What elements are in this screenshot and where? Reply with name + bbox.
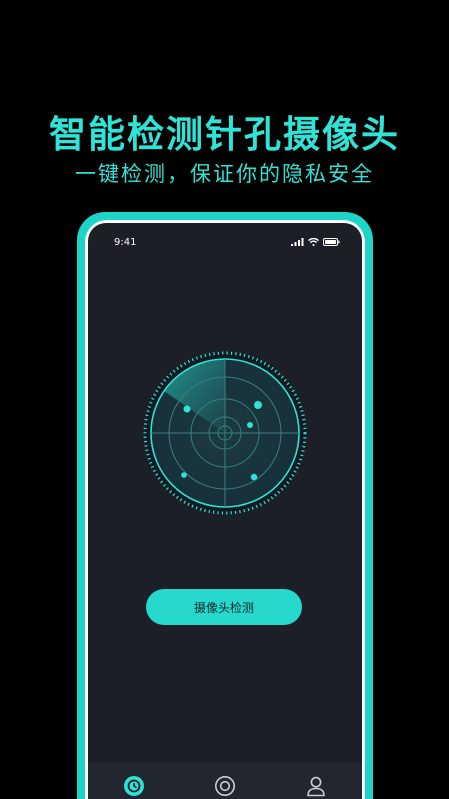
- radar-blip: [181, 472, 187, 478]
- profile-icon: [307, 776, 326, 797]
- radar-blip: [183, 405, 191, 413]
- promo-headline: 智能检测针孔摄像头: [49, 113, 400, 156]
- phone-screen: 9:41 摄像头检测: [88, 223, 362, 799]
- radar-blip: [250, 473, 258, 481]
- tab-profile[interactable]: [296, 775, 336, 799]
- scan-timer-icon: [123, 776, 144, 796]
- signal-icon: [291, 238, 304, 246]
- phone-bezel: 9:41 摄像头检测: [85, 220, 365, 799]
- radar-scanner: [143, 351, 307, 515]
- camera-detect-button[interactable]: 摄像头检测: [146, 589, 302, 625]
- tab-lens[interactable]: [205, 775, 245, 799]
- wifi-icon: [308, 238, 319, 246]
- radar-blip: [254, 401, 262, 409]
- promo-subline: 一键检测，保证你的隐私安全: [75, 162, 374, 186]
- promo-page: 智能检测针孔摄像头 一键检测，保证你的隐私安全 9:41 摄像头检测: [0, 0, 449, 799]
- bottom-tab-bar: [88, 763, 362, 799]
- tab-scan[interactable]: [114, 775, 154, 799]
- lens-icon: [214, 776, 235, 796]
- radar-blip: [247, 422, 253, 428]
- status-time: 9:41: [114, 237, 137, 248]
- battery-icon: [323, 238, 340, 246]
- phone-mockup: 9:41 摄像头检测: [77, 212, 373, 799]
- status-icons: [291, 238, 340, 246]
